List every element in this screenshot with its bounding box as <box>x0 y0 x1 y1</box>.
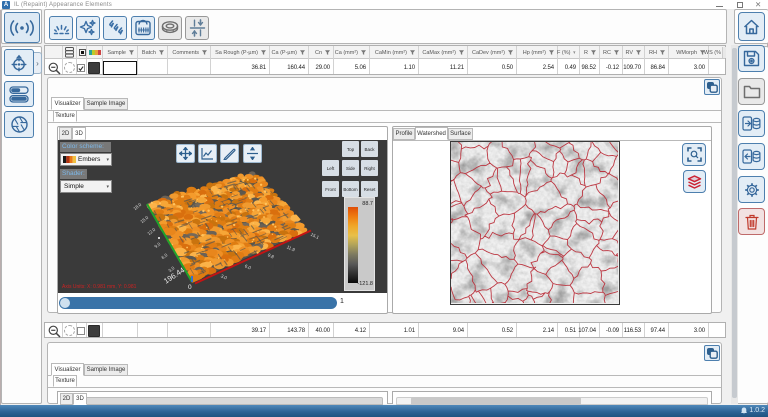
svg-text:9.8: 9.8 <box>267 252 275 259</box>
svg-text:6.0: 6.0 <box>244 263 252 270</box>
svg-text:15.0: 15.0 <box>139 215 149 225</box>
svg-text:0: 0 <box>188 284 192 291</box>
svg-text:11.9: 11.9 <box>286 244 296 252</box>
svg-text:18.0: 18.0 <box>132 202 142 212</box>
svg-text:15.1: 15.1 <box>310 232 321 240</box>
svg-text:3.0: 3.0 <box>220 273 228 280</box>
svg-text:6.0: 6.0 <box>160 252 168 260</box>
svg-text:9.0: 9.0 <box>153 241 161 249</box>
svg-text:12.0: 12.0 <box>146 227 156 237</box>
